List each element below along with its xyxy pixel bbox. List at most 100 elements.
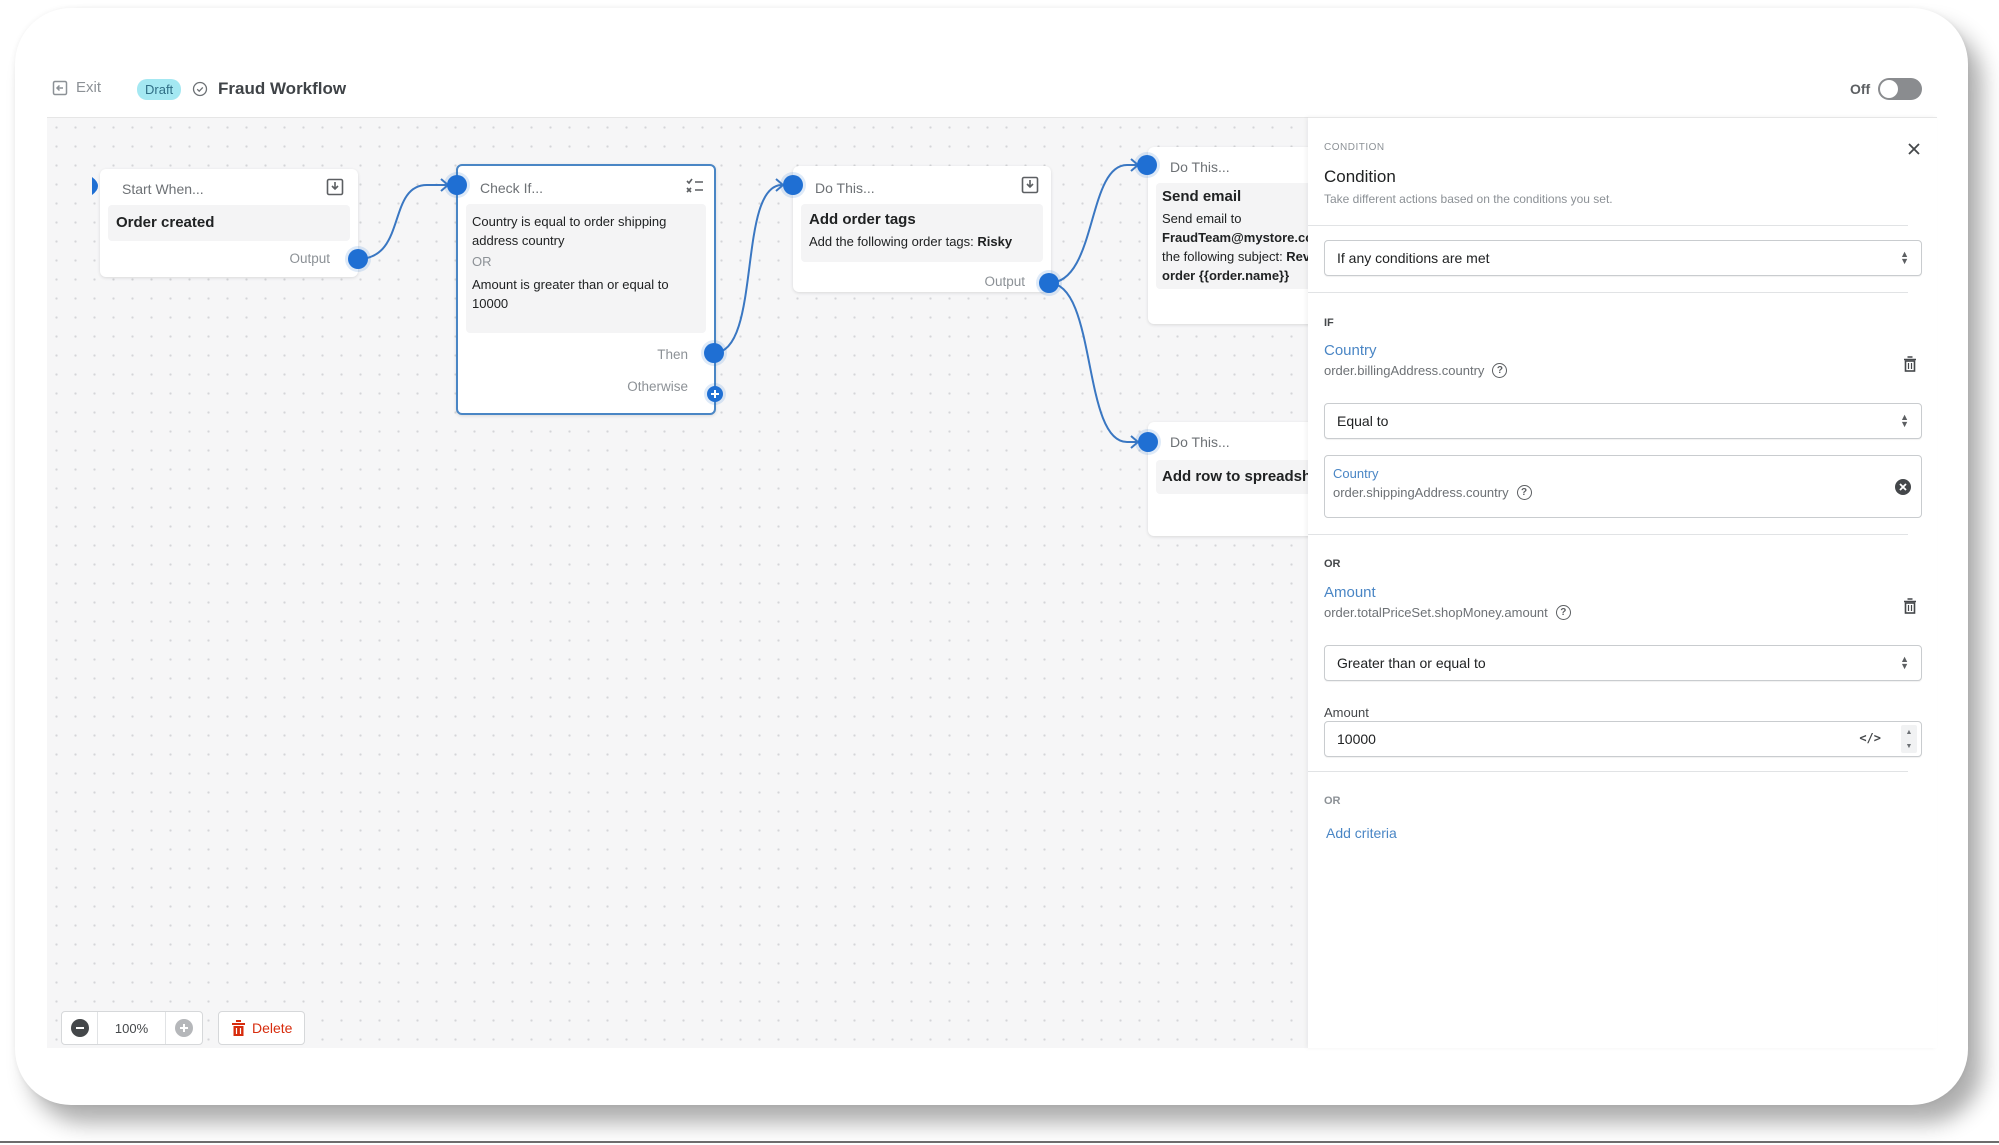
panel-eyebrow: CONDITION [1324,142,1385,153]
trash-icon [232,1019,245,1036]
divider [1308,225,1908,226]
check-circle-icon [192,81,208,97]
input-port[interactable] [447,175,467,195]
then-label: Then [657,347,688,362]
otherwise-label: Otherwise [627,379,688,394]
trash-icon[interactable] [1903,356,1917,372]
screen-edge [0,1141,1999,1143]
amount-input[interactable]: 10000 </> ▲ ▼ [1324,721,1922,757]
divider [1308,292,1908,293]
number-stepper[interactable]: ▲ ▼ [1901,725,1917,753]
field-path-text: order.totalPriceSet.shopMoney.amount [1324,605,1548,620]
otherwise-add-port[interactable] [707,386,723,402]
exit-icon [52,80,68,95]
node-header: Start When... [122,181,204,197]
field-path: order.totalPriceSet.shopMoney.amount? [1324,605,1571,620]
checklist-icon [686,178,703,193]
panel-title: Condition [1324,167,1396,186]
node-title: Order created [116,214,215,231]
wire-tags-to-email [1048,164,1137,284]
divider [1308,771,1908,772]
clear-icon[interactable] [1895,479,1911,495]
or-label: OR [1324,795,1341,807]
plus-icon [711,390,719,398]
field-path-text: order.billingAddress.country [1324,363,1485,378]
node-header: Do This... [815,180,875,196]
value-path: order.shippingAddress.country? [1333,485,1532,500]
zoom-controls: 100% [61,1011,203,1045]
help-icon[interactable]: ? [1492,363,1508,378]
output-port[interactable] [1039,273,1059,293]
output-label: Output [984,274,1025,289]
toggle-label: Off [1850,81,1871,97]
wire-tags-to-sheet [1048,282,1137,443]
operator-select[interactable]: Equal to ▲ ▼ [1324,403,1922,439]
wire-start-to-check [357,184,447,260]
workflow-toggle[interactable] [1878,78,1922,100]
node-title: Add row to spreadshe [1162,468,1320,485]
criterion-field[interactable]: Amount order.totalPriceSet.shopMoney.amo… [1324,584,1571,620]
check-if-node[interactable]: Check If... Country is equal to order sh… [456,164,716,415]
add-criteria-link[interactable]: Add criteria [1326,825,1397,841]
zoom-level: 100% [98,1012,166,1044]
node-header: Do This... [1170,434,1230,450]
exit-button[interactable]: Exit [52,79,101,96]
operator-value: Equal to [1337,413,1389,429]
download-icon[interactable] [326,178,344,196]
decrement-icon[interactable]: ▼ [1906,743,1913,750]
node-description: Add the following order tags: Risky [809,232,1035,251]
input-port[interactable] [1137,155,1157,175]
criterion-field[interactable]: Country order.billingAddress.country? [1324,342,1508,378]
field-name: Country [1324,342,1377,359]
close-icon[interactable] [1907,142,1921,156]
select-arrows-icon: ▲ ▼ [1900,654,1909,671]
condition-text: Country is equal to order shipping addre… [472,214,667,248]
app-window: Exit Draft Fraud Workflow Off Start When… [15,8,1968,1105]
operator-select[interactable]: Greater than or equal to ▲ ▼ [1324,645,1922,681]
if-label: IF [1324,317,1334,329]
output-label: Output [289,251,330,266]
exit-label: Exit [76,79,102,96]
condition-text: Amount is greater than or equal to 10000 [472,277,669,311]
input-port[interactable] [783,175,803,195]
node-title: Add order tags [809,211,916,228]
value-field[interactable]: Country order.shippingAddress.country? [1324,455,1922,518]
output-port[interactable] [348,249,368,269]
node-body: Add order tags Add the following order t… [801,204,1043,262]
download-icon[interactable] [1021,176,1039,194]
input-port[interactable] [1138,432,1158,452]
or-connector: OR [1324,558,1341,570]
email-subject-prefix: the following subject: [1162,249,1287,264]
delete-button[interactable]: Delete [218,1011,306,1045]
zoom-out-button[interactable] [62,1012,98,1044]
wire-check-to-tags [713,184,783,354]
node-body: Order created [108,205,350,241]
value-content: Country order.shippingAddress.country? [1333,466,1532,500]
value-path-text: order.shippingAddress.country [1333,485,1509,500]
amount-value: 10000 [1337,731,1376,747]
panel-subtitle: Take different actions based on the cond… [1324,192,1613,206]
node-header: Check If... [480,180,544,196]
match-mode-value: If any conditions are met [1337,250,1490,266]
plus-circle-icon [175,1019,193,1037]
help-icon[interactable]: ? [1555,605,1571,620]
help-icon[interactable]: ? [1516,485,1532,500]
match-mode-select[interactable]: If any conditions are met ▲ ▼ [1324,240,1922,276]
trigger-icon [92,177,98,195]
code-icon[interactable]: </> [1859,731,1881,745]
or-separator: OR [472,254,492,269]
toggle-knob [1880,80,1898,98]
zoom-in-button[interactable] [166,1012,202,1044]
workflow-canvas[interactable]: Start When... Order created Output Check… [47,117,1346,1048]
then-port[interactable] [704,343,724,363]
field-path: order.billingAddress.country? [1324,363,1508,378]
operator-value: Greater than or equal to [1337,655,1486,671]
value-name: Country [1333,466,1379,481]
trash-icon[interactable] [1903,598,1917,614]
start-node[interactable]: Start When... Order created Output [92,169,358,277]
select-arrows-icon: ▲ ▼ [1900,412,1909,429]
condition-panel: CONDITION Condition Take different actio… [1308,117,1937,1048]
increment-icon[interactable]: ▲ [1906,729,1913,736]
amount-label: Amount [1324,705,1369,720]
add-order-tags-node[interactable]: Do This... Add order tags Add the follow… [793,166,1051,292]
